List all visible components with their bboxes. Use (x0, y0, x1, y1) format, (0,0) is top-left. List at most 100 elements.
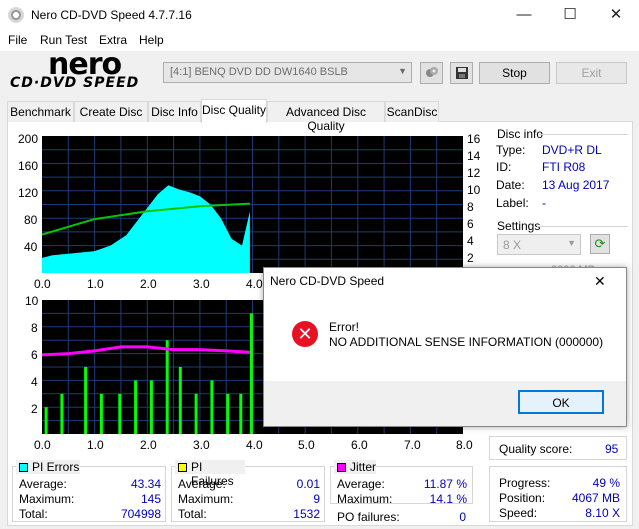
y2-tick-label: 4 (467, 234, 474, 248)
position-label: Position: (499, 491, 546, 505)
y-tick-label: 80 (24, 213, 38, 227)
jitter-legend: Jitter (334, 460, 376, 474)
pi-failures-bar (60, 393, 64, 434)
refresh-icon: ⟳ (594, 236, 606, 251)
x-tick-label: 8.0 (456, 438, 473, 452)
refresh-button[interactable]: ⟳ (590, 234, 610, 254)
pi-failures-bar (194, 393, 198, 434)
chevron-down-icon: ▼ (567, 238, 576, 248)
pi-errors-maximum: 145 (140, 492, 161, 506)
speed-value: 8.10 X (585, 506, 620, 520)
x-tick-label: 2.0 (140, 277, 157, 291)
disc-date-value: 13 Aug 2017 (542, 178, 610, 192)
jitter-swatch (337, 463, 346, 472)
quality-score-box: Quality score: 95 (489, 436, 627, 460)
position-value: 4067 MB (571, 491, 620, 505)
dialog-title-bar: Nero CD-DVD Speed ✕ (264, 268, 626, 295)
minimize-button[interactable]: — (501, 0, 547, 30)
settings-title: Settings (497, 219, 541, 233)
average-label: Average: (19, 477, 67, 491)
type-label: Type: (496, 143, 526, 157)
pi-failures-average: 0.01 (296, 477, 320, 491)
divider (539, 134, 628, 135)
label-label: Label: (496, 196, 529, 210)
drive-select-value: [4:1] BENQ DVD DD DW1640 BSLB (170, 66, 348, 78)
y-tick-label: 2 (31, 402, 38, 416)
x-tick-label: 2.0 (140, 438, 157, 452)
tab-scandisc[interactable]: ScanDisc (385, 101, 439, 122)
y2-tick-label: 10 (467, 183, 481, 197)
pi-failures-bar (44, 407, 48, 434)
pi-errors-chart (42, 136, 463, 273)
pi-failures-bar (165, 340, 169, 434)
po-failures-label: PO failures: (337, 510, 400, 524)
pi-failures-bar (178, 367, 182, 434)
total-label: Total: (178, 507, 207, 521)
pi-failures-bar (210, 380, 214, 434)
nero-logo: nero CD·DVD SPEED (8, 47, 158, 91)
exit-button[interactable]: Exit (556, 62, 627, 84)
save-button[interactable] (450, 62, 473, 84)
pi-errors-area (42, 185, 250, 273)
maximum-label: Maximum: (337, 492, 393, 506)
jitter-maximum: 14.1 % (429, 492, 467, 506)
tab-advanced-disc-quality[interactable]: Advanced Disc Quality (267, 101, 385, 133)
pi-errors-legend: PI Errors (16, 460, 80, 474)
menu-run-test[interactable]: Run Test (40, 33, 87, 47)
menu-file[interactable]: File (8, 33, 27, 47)
jitter-average: 11.87 % (423, 477, 467, 491)
error-icon: ✕ (292, 321, 318, 347)
x-tick-label: 3.0 (193, 277, 210, 291)
dialog-title: Nero CD-DVD Speed (270, 274, 385, 288)
ok-button[interactable]: OK (518, 390, 604, 414)
y-tick-label: 4 (31, 375, 38, 389)
tab-create-disc[interactable]: Create Disc (74, 101, 148, 122)
save-icon (455, 67, 468, 79)
y2-tick-label: 12 (467, 166, 481, 180)
average-label: Average: (337, 477, 385, 491)
pi-errors-stats: Average: 43.34 Maximum: 145 Total: 70499… (12, 466, 166, 522)
menu-help[interactable]: Help (139, 33, 164, 47)
id-label: ID: (496, 160, 512, 174)
disc-id-value: FTI R08 (542, 160, 586, 174)
pi-failures-bar (149, 380, 153, 434)
drive-info-icon (425, 67, 438, 77)
tab-disc-quality[interactable]: Disc Quality (201, 99, 267, 123)
y2-tick-label: 8 (467, 200, 474, 214)
speed-select[interactable]: 8 X ▼ (497, 234, 581, 255)
logo-cd-dvd-speed: CD·DVD SPEED (10, 75, 140, 91)
x-tick-label: 0.0 (34, 277, 51, 291)
x-tick-label: 7.0 (404, 438, 421, 452)
app-disc-icon (8, 7, 24, 23)
window-title: Nero CD-DVD Speed 4.7.7.16 (31, 8, 192, 22)
dialog-close-button[interactable]: ✕ (594, 273, 606, 290)
quality-score-value: 95 (605, 442, 619, 456)
close-button[interactable]: ✕ (593, 0, 639, 30)
progress-label: Progress: (499, 476, 551, 490)
y-tick-label: 8 (31, 321, 38, 335)
pi-failures-bar (118, 393, 122, 434)
pi-errors-title: PI Errors (32, 460, 80, 474)
divider (537, 226, 628, 227)
tab-benchmark[interactable]: Benchmark (7, 101, 74, 122)
stop-button[interactable]: Stop (479, 62, 550, 84)
pi-failures-bar (249, 313, 253, 434)
maximize-button[interactable]: ☐ (547, 0, 593, 30)
error-dialog: Nero CD-DVD Speed ✕ ✕ Error! NO ADDITION… (263, 267, 627, 427)
menu-extra[interactable]: Extra (99, 33, 127, 47)
error-message: NO ADDITIONAL SENSE INFORMATION (000000) (329, 335, 604, 349)
disc-label-value: - (542, 196, 546, 210)
pi-failures-bar (239, 393, 243, 434)
pi-errors-average: 43.34 (130, 477, 161, 491)
pi-failures-title: PI Failures (191, 460, 234, 488)
drive-info-button[interactable] (420, 62, 443, 84)
pi-errors-swatch (19, 463, 28, 472)
y2-tick-label: 14 (467, 149, 481, 163)
x-tick-label: 1.0 (87, 277, 104, 291)
total-label: Total: (19, 507, 48, 521)
tab-disc-info[interactable]: Disc Info (148, 101, 201, 122)
drive-select[interactable]: [4:1] BENQ DVD DD DW1640 BSLB ▼ (163, 62, 412, 83)
title-bar: Nero CD-DVD Speed 4.7.7.16 — ☐ ✕ (0, 0, 639, 30)
disc-type-value: DVD+R DL (542, 143, 602, 157)
x-tick-label: 0.0 (34, 438, 51, 452)
